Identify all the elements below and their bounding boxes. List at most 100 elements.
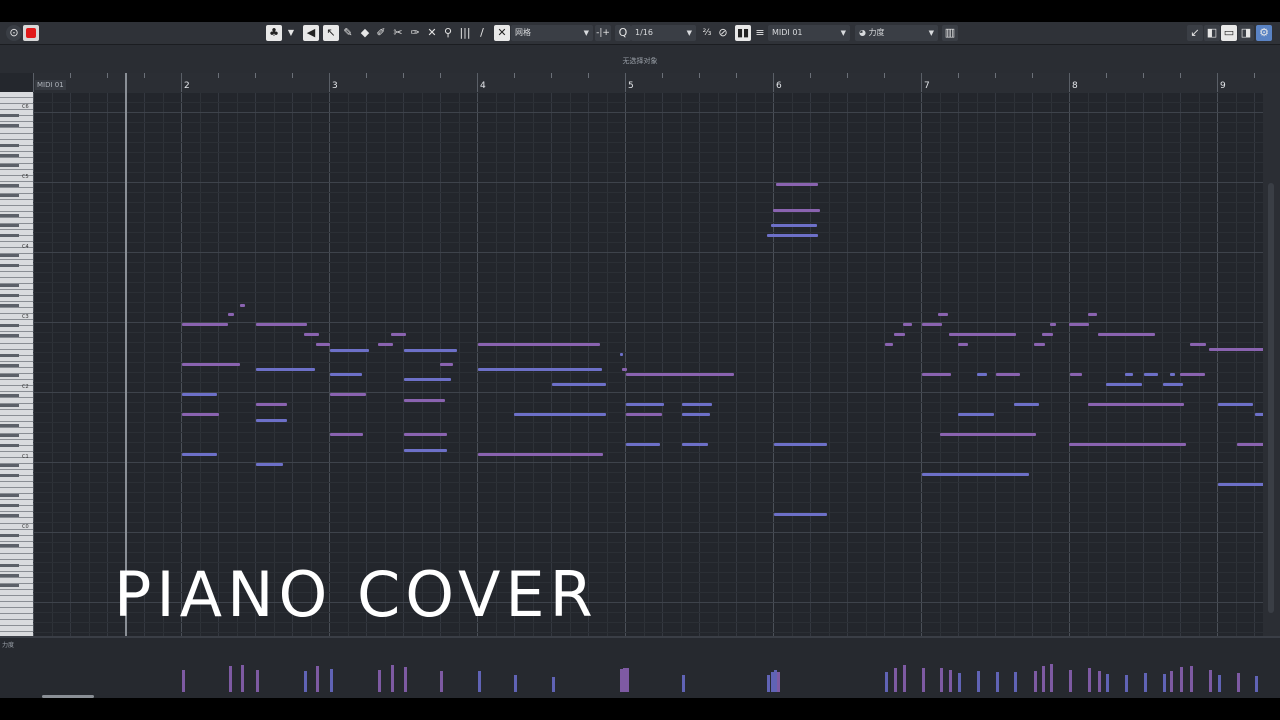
snap-to-zero-icon[interactable]: -|+ xyxy=(595,25,611,41)
velocity-bar[interactable] xyxy=(1088,668,1091,692)
black-key[interactable] xyxy=(0,284,19,287)
black-key[interactable] xyxy=(0,404,19,407)
velocity-bar[interactable] xyxy=(1190,666,1193,692)
black-key[interactable] xyxy=(0,374,19,377)
black-key[interactable] xyxy=(0,294,19,297)
midi-note[interactable] xyxy=(240,304,245,307)
black-key[interactable] xyxy=(0,424,19,427)
velocity-bar[interactable] xyxy=(182,670,185,692)
record-button[interactable] xyxy=(23,25,39,41)
midi-note[interactable] xyxy=(776,183,818,186)
black-key[interactable] xyxy=(0,534,19,537)
black-key[interactable] xyxy=(0,504,19,507)
midi-note[interactable] xyxy=(304,333,319,336)
velocity-bar[interactable] xyxy=(940,668,943,692)
midi-note[interactable] xyxy=(1050,323,1056,326)
black-key[interactable] xyxy=(0,574,19,577)
velocity-bar[interactable] xyxy=(1106,674,1109,692)
controller-lane-select[interactable]: ◕ 力度 ▼ xyxy=(855,25,938,41)
show-part-borders-icon[interactable]: ▮▮ xyxy=(735,25,751,41)
midi-note[interactable] xyxy=(1180,373,1205,376)
velocity-bar[interactable] xyxy=(996,672,999,692)
midi-note[interactable] xyxy=(1034,343,1045,346)
velocity-bar[interactable] xyxy=(894,668,897,692)
midi-note[interactable] xyxy=(1190,343,1206,346)
midi-note[interactable] xyxy=(404,433,447,436)
midi-note[interactable] xyxy=(903,323,912,326)
midi-note[interactable] xyxy=(1218,403,1253,406)
midi-note[interactable] xyxy=(949,333,1016,336)
pointer-tool-icon[interactable]: ↖ xyxy=(323,25,339,41)
midi-note[interactable] xyxy=(182,453,217,456)
quantize-select[interactable]: 1/16 ▼ xyxy=(631,25,696,41)
midi-note[interactable] xyxy=(1255,413,1263,416)
midi-note[interactable] xyxy=(996,373,1020,376)
speaker-icon[interactable]: ◀ xyxy=(303,25,319,41)
black-key[interactable] xyxy=(0,214,19,217)
velocity-bar[interactable] xyxy=(958,673,961,692)
gear-icon[interactable]: ⚙ xyxy=(1256,25,1272,41)
midi-note[interactable] xyxy=(1209,348,1263,351)
midi-note[interactable] xyxy=(1014,403,1039,406)
midi-note[interactable] xyxy=(894,333,905,336)
black-key[interactable] xyxy=(0,394,19,397)
midi-note[interactable] xyxy=(1237,443,1263,446)
black-key[interactable] xyxy=(0,324,19,327)
midi-note[interactable] xyxy=(478,343,600,346)
collapse-icon[interactable]: ↙ xyxy=(1187,25,1203,41)
velocity-bar[interactable] xyxy=(1255,676,1258,692)
trim-tool-icon[interactable]: ✐ xyxy=(373,25,389,41)
glue-tool-icon[interactable]: ✑ xyxy=(407,25,423,41)
midi-note[interactable] xyxy=(391,333,406,336)
black-key[interactable] xyxy=(0,124,19,127)
midi-note[interactable] xyxy=(1088,313,1097,316)
velocity-bar[interactable] xyxy=(241,665,244,692)
midi-note[interactable] xyxy=(182,393,217,396)
midi-note[interactable] xyxy=(958,413,994,416)
black-key[interactable] xyxy=(0,434,19,437)
midi-note[interactable] xyxy=(1125,373,1133,376)
parts-list-icon[interactable]: ≡ xyxy=(752,25,768,41)
black-key[interactable] xyxy=(0,254,19,257)
midi-note[interactable] xyxy=(330,349,369,352)
velocity-bar[interactable] xyxy=(256,670,259,692)
velocity-bar[interactable] xyxy=(1209,670,1212,692)
velocity-bar[interactable] xyxy=(229,666,232,692)
midi-note[interactable] xyxy=(1070,373,1082,376)
velocity-bar[interactable] xyxy=(552,677,555,692)
midi-note[interactable] xyxy=(404,399,445,402)
right-zone-icon[interactable]: ◨ xyxy=(1238,25,1254,41)
keyboard-icon[interactable]: ▥ xyxy=(942,25,958,41)
piano-keyboard[interactable]: C6 C5 C4 C3 C2 C1 C0 xyxy=(0,92,33,636)
black-key[interactable] xyxy=(0,264,19,267)
horizontal-scrollbar[interactable] xyxy=(42,695,94,698)
velocity-bar[interactable] xyxy=(1170,671,1173,692)
midi-note[interactable] xyxy=(620,353,623,356)
velocity-bar[interactable] xyxy=(440,671,443,692)
velocity-bar[interactable] xyxy=(1014,672,1017,692)
midi-note[interactable] xyxy=(514,413,606,416)
midi-note[interactable] xyxy=(682,403,712,406)
black-key[interactable] xyxy=(0,154,19,157)
midi-note[interactable] xyxy=(1144,373,1158,376)
velocity-bar[interactable] xyxy=(1144,673,1147,692)
snap-toggle-icon[interactable]: ✕ xyxy=(494,25,510,41)
velocity-bar[interactable] xyxy=(777,672,780,692)
midi-note[interactable] xyxy=(316,343,330,346)
black-key[interactable] xyxy=(0,544,19,547)
left-zone-icon[interactable]: ◧ xyxy=(1204,25,1220,41)
black-key[interactable] xyxy=(0,224,19,227)
velocity-bar[interactable] xyxy=(478,671,481,692)
playhead-cursor[interactable] xyxy=(125,73,127,641)
quantize-icon[interactable]: Q xyxy=(615,25,631,41)
velocity-bar[interactable] xyxy=(1069,670,1072,692)
midi-note[interactable] xyxy=(626,373,734,376)
velocity-bar[interactable] xyxy=(903,665,906,692)
velocity-bar[interactable] xyxy=(316,666,319,692)
midi-note[interactable] xyxy=(256,403,287,406)
midi-note[interactable] xyxy=(1042,333,1053,336)
midi-note[interactable] xyxy=(977,373,987,376)
velocity-bar[interactable] xyxy=(1218,675,1221,692)
midi-note[interactable] xyxy=(1106,383,1142,386)
midi-note[interactable] xyxy=(774,513,827,516)
